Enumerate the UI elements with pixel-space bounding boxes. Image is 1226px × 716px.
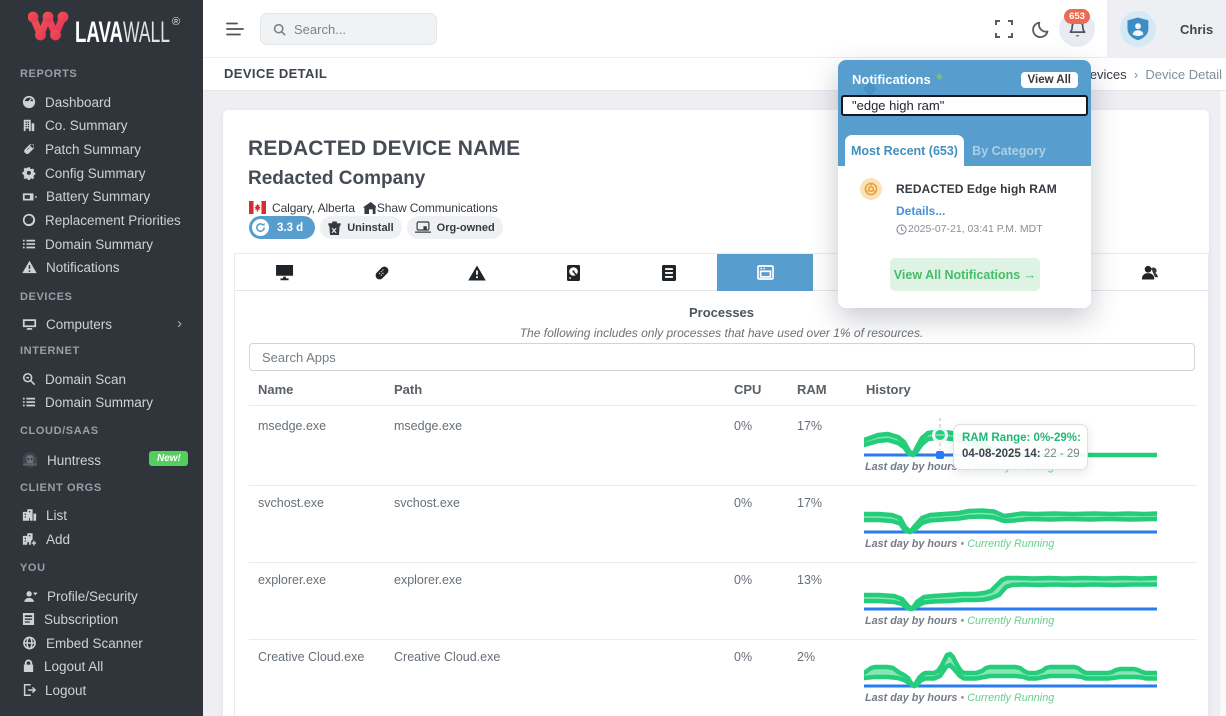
- svg-text:®: ®: [172, 16, 180, 28]
- svg-text:WALL: WALL: [123, 16, 170, 49]
- svg-text:HUNTRESS: HUNTRESS: [23, 463, 38, 467]
- svg-text:LAVA: LAVA: [75, 16, 123, 49]
